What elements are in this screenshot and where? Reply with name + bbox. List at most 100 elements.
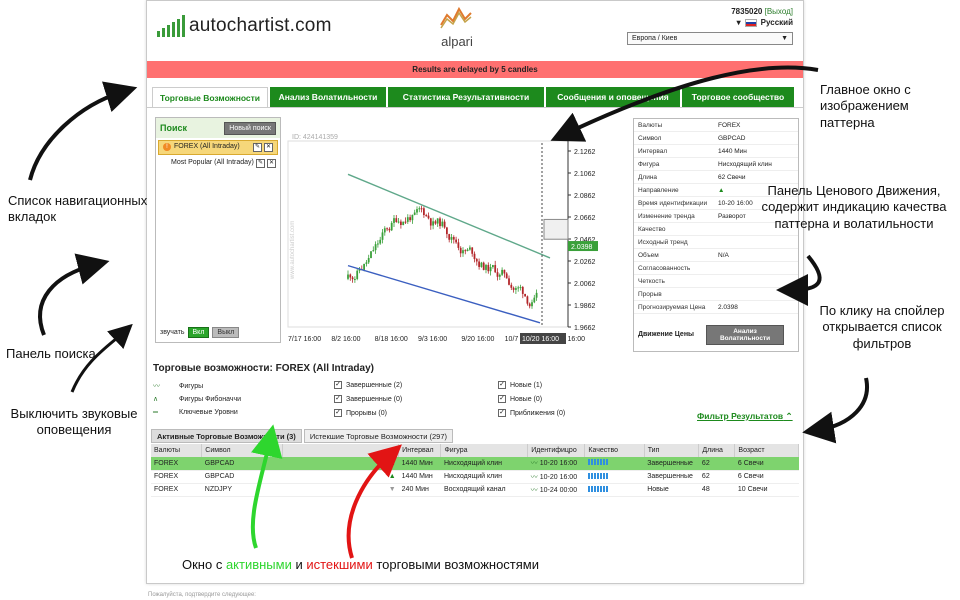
info-key: Валюты — [638, 121, 663, 129]
candle-body — [370, 251, 372, 259]
cell-age: 6 Свечи — [734, 470, 799, 484]
y-tick-label: 1.9662 — [574, 325, 596, 332]
candle-body — [434, 221, 437, 224]
candle-body — [485, 264, 487, 270]
filter-checkbox[interactable]: ✓ Новые (1) — [498, 381, 542, 389]
candle-body — [501, 269, 503, 275]
filter-label: Новые (0) — [510, 395, 543, 403]
chart-plot-area — [287, 140, 569, 328]
info-value: FOREX — [718, 121, 741, 129]
column-header[interactable]: Длина — [698, 444, 736, 457]
cell-identified-time: 10-20 16:00 — [539, 460, 578, 468]
table-row[interactable]: FOREX GBPCAD ▲ 1440 Мин Нисходящий клин 〰 10-… — [151, 457, 799, 471]
candle-body — [469, 247, 471, 250]
column-header[interactable]: Интервал — [398, 444, 442, 457]
column-header[interactable]: Фигура — [440, 444, 529, 457]
pattern-icon: 〰 — [530, 486, 540, 494]
alpari-logo[interactable]: alpari — [437, 5, 477, 49]
double-chevron-up-icon: ⌃ — [785, 411, 793, 421]
checkbox[interactable]: ✓ — [334, 395, 342, 403]
edit-icon[interactable]: ✎ — [253, 143, 262, 152]
candle-body — [390, 222, 393, 231]
volatility-analysis-button[interactable]: Анализ Волатильности — [706, 324, 785, 345]
timezone-select[interactable]: Европа / Киев ▼ — [627, 32, 793, 45]
filter-checkbox[interactable]: ✓ Новые (0) — [498, 395, 542, 403]
tab-performance-stats[interactable]: Статистика Результативности — [388, 87, 544, 107]
candle-body — [418, 208, 421, 210]
edit-icon[interactable]: ✎ — [256, 159, 265, 168]
checkbox[interactable]: ✓ — [334, 409, 342, 417]
info-key: Исходный тренд — [638, 238, 688, 246]
checkbox[interactable]: ✓ — [334, 381, 342, 389]
filter-checkbox[interactable]: ✓ Завершенные (0) — [334, 395, 402, 403]
candle-body — [406, 217, 409, 222]
candle-body — [395, 218, 398, 223]
tab-trading-community[interactable]: Торговое сообщество — [682, 87, 794, 107]
search-title: Поиск — [160, 123, 188, 133]
annotation-bottom-mid: и — [291, 557, 307, 572]
pattern-chart[interactable]: ID: 424141359 www.autochartist.com 2.1262… — [286, 129, 626, 347]
tab-expired-opportunities[interactable]: Истекшие Торговые Возможности (297) — [303, 429, 453, 443]
logout-link[interactable]: [Выход] — [765, 7, 793, 16]
tab-active-opportunities[interactable]: Активные Торговые Возможности (3) — [151, 429, 302, 443]
filter-checkbox[interactable]: ✓ Завершенные (2) — [334, 381, 402, 389]
language-selector[interactable]: ▾ Русский — [737, 18, 793, 27]
table-row[interactable]: FOREX NZDJPY ▼ 240 Мин Восходящий канал 〰 10-… — [151, 483, 799, 497]
autochartist-logo-text: autochartist.com — [189, 15, 332, 36]
column-header[interactable]: Символ — [201, 444, 283, 457]
forecast-box — [543, 218, 569, 240]
candle-body — [459, 247, 462, 254]
filter-type: ∧ Фигуры Фибоначчи — [153, 395, 241, 404]
column-header[interactable]: Тип — [644, 444, 700, 457]
cell-symbol: GBPCAD — [201, 457, 283, 471]
column-header[interactable]: Идентифицро — [527, 444, 586, 457]
search-item-forex[interactable]: ! FOREX (All Intraday) ✎ ✕ — [158, 140, 278, 155]
tab-messages-alerts[interactable]: Сообщения и оповещения — [546, 87, 680, 107]
column-header[interactable]: Валюты — [151, 444, 203, 457]
cell-type: Завершенные — [644, 457, 699, 471]
timezone-value: Европа / Киев — [632, 35, 678, 42]
candle-body — [443, 221, 446, 228]
y-tick-label: 2.0262 — [574, 259, 596, 266]
sound-off-button[interactable]: Выкл — [212, 327, 240, 338]
cell-quality — [584, 483, 645, 497]
info-key: Фигура — [638, 160, 660, 168]
autochartist-logo[interactable]: autochartist.com — [157, 15, 332, 37]
column-header[interactable]: Возраст — [734, 444, 799, 457]
language-label: Русский — [760, 18, 793, 27]
cell-identified: 〰 10-20 16:00 — [527, 457, 585, 471]
candle-body — [462, 250, 464, 254]
x-tick-label: 8/2 16:00 — [331, 336, 360, 343]
sound-on-button[interactable]: Вкл — [187, 327, 210, 338]
opportunity-tabs: Активные Торговые Возможности (3) Истекш… — [151, 429, 453, 443]
tab-trading-opportunities[interactable]: Торговые Возможности — [152, 87, 268, 107]
x-tick-label: 9/20 16:00 — [461, 336, 494, 343]
column-header[interactable]: Качество — [584, 444, 645, 457]
column-header[interactable] — [282, 444, 400, 457]
new-search-button[interactable]: Новый поиск — [224, 121, 276, 135]
checkbox[interactable]: ✓ — [498, 409, 506, 417]
filter-checkbox[interactable]: ✓ Прорывы (0) — [334, 409, 387, 417]
candle-body — [409, 217, 411, 221]
filter-checkbox[interactable]: ✓ Приближения (0) — [498, 409, 565, 417]
close-icon[interactable]: ✕ — [267, 159, 276, 168]
candle-body — [420, 208, 423, 210]
info-row: Прорыв — [634, 288, 798, 301]
annotation-price-panel: Панель Ценового Движения, содержит индик… — [761, 183, 947, 231]
table-row[interactable]: FOREX GBPCAD ▲ 1440 Мин Нисходящий клин 〰 10-… — [151, 470, 799, 484]
search-item-popular[interactable]: Most Popular (All Intraday) ✎ ✕ — [156, 157, 280, 170]
checkbox[interactable]: ✓ — [498, 381, 506, 389]
chart-watermark: www.autochartist.com — [290, 221, 296, 280]
candle-body — [372, 250, 375, 252]
filter-type-label: Фигуры — [179, 382, 204, 390]
tab-volatility-analysis[interactable]: Анализ Волатильности — [270, 87, 386, 107]
filter-results-link[interactable]: Фильтр Результатов ⌃ — [697, 411, 793, 422]
checkbox[interactable]: ✓ — [498, 395, 506, 403]
bars-icon — [157, 15, 185, 37]
search-item-label: FOREX (All Intraday) — [174, 143, 240, 150]
annotation-bottom: Окно с активными и истекшими торговыми в… — [182, 557, 539, 573]
info-key: Согласованность — [638, 264, 691, 272]
candle-body — [432, 221, 434, 226]
close-icon[interactable]: ✕ — [264, 143, 273, 152]
candle-body — [457, 242, 460, 248]
